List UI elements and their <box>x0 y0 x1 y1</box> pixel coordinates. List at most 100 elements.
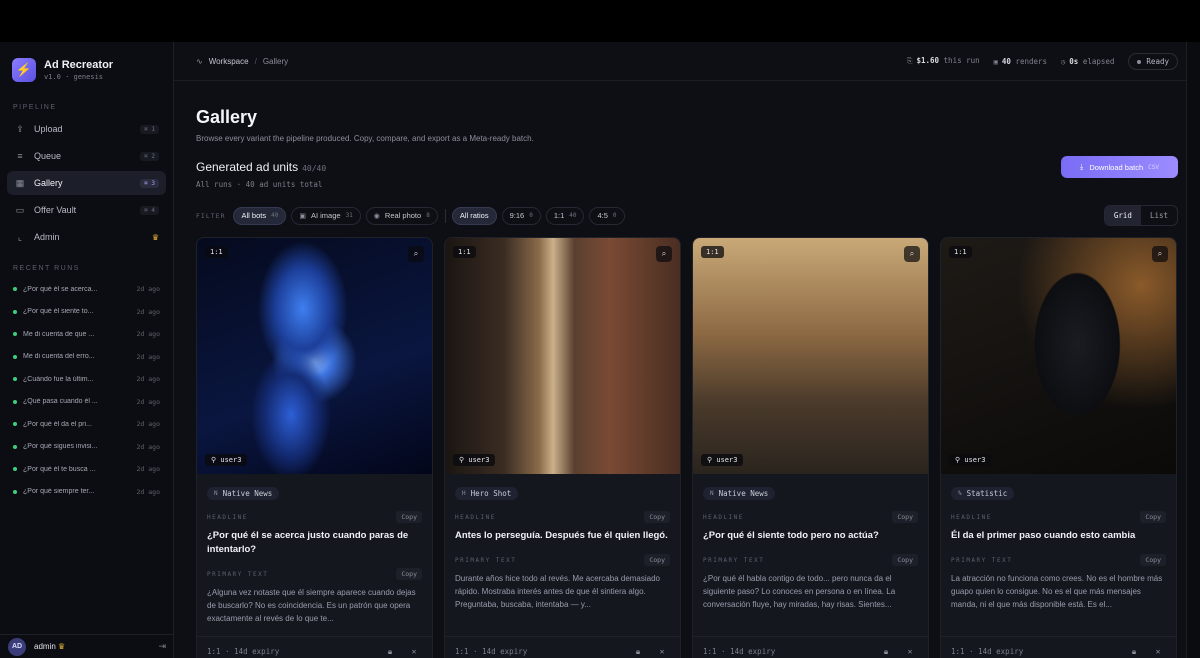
app-window: ⚡ Ad Recreator v1.0 · genesis PIPELINE ⇪… <box>0 42 1200 658</box>
ad-image[interactable]: 1:1 ⌕ ⚲ user3 <box>445 238 680 474</box>
lock-icon[interactable]: 🔒︎ <box>630 644 646 658</box>
user-name: admin ♛ <box>34 642 158 651</box>
sidebar-item-admin[interactable]: ⌞ Admin ♛ <box>7 225 166 249</box>
recent-run-item[interactable]: ¿Cuándo fue la últim... 2d ago <box>0 368 173 391</box>
copy-primary-button[interactable]: Copy <box>396 568 422 580</box>
status-dot <box>13 332 17 337</box>
recent-run-item[interactable]: ¿Por qué él siente to... 2d ago <box>0 301 173 324</box>
breadcrumb: ∿ Workspace / Gallery <box>196 57 288 66</box>
recent-run-item[interactable]: ¿Por qué él se acerca... 2d ago <box>0 278 173 301</box>
section-subtitle: All runs · 40 ad units total <box>196 180 323 189</box>
expiry-text: 1:1 · 14d expiry <box>207 647 280 656</box>
logout-icon[interactable]: ⇥ <box>158 641 166 652</box>
lock-icon[interactable]: 🔒︎ <box>382 644 398 658</box>
format-icon: N <box>214 490 218 497</box>
breadcrumb-root[interactable]: Workspace <box>209 57 249 66</box>
vault-icon: ▭ <box>15 204 25 215</box>
sidebar-item-offer-vault[interactable]: ▭ Offer Vault ⌘ 4 <box>7 198 166 222</box>
ad-image[interactable]: 1:1 ⌕ ⚲ user3 <box>941 238 1176 474</box>
format-pill: % Statistic <box>951 487 1015 500</box>
recent-run-item[interactable]: ¿Por qué él da el pri... 2d ago <box>0 413 173 436</box>
run-age: 2d ago <box>136 307 160 316</box>
filter-all-bots[interactable]: All bots 40 <box>233 206 287 225</box>
status-dot <box>13 287 17 292</box>
copy-headline-button[interactable]: Copy <box>396 511 422 523</box>
chip-label: 4:5 <box>597 211 608 220</box>
zoom-icon[interactable]: ⌕ <box>656 246 672 262</box>
shortcut-badge: ⌘ 3 <box>140 178 159 188</box>
user-chip-text: user3 <box>964 456 986 464</box>
close-icon[interactable]: ✕ <box>1150 644 1166 658</box>
sidebar-item-label: Queue <box>34 151 62 161</box>
recent-run-item[interactable]: Me di cuenta del erro... 2d ago <box>0 346 173 369</box>
copy-primary-button[interactable]: Copy <box>1140 554 1166 566</box>
chip-label: Real photo <box>384 211 422 220</box>
filter-ratio-1-1[interactable]: 1:1 40 <box>545 206 585 225</box>
filter-ai-image[interactable]: ▣ AI image 31 <box>291 206 361 225</box>
ad-card[interactable]: 1:1 ⌕ ⚲ user3 H Hero Shot HEADLINE Copy Antes l… <box>444 237 681 658</box>
crown-icon: ♛ <box>151 232 159 242</box>
elapsed-value: 0s <box>1069 56 1079 66</box>
view-toggle: Grid List <box>1103 205 1178 226</box>
ad-card[interactable]: 1:1 ⌕ ⚲ user3% Statistic HEADLINE Copy Él da e… <box>940 237 1177 658</box>
copy-headline-button[interactable]: Copy <box>644 511 670 523</box>
recent-run-item[interactable]: ¿Por qué sigues invisi... 2d ago <box>0 436 173 459</box>
copy-headline-button[interactable]: Copy <box>1140 511 1166 523</box>
lock-icon[interactable]: 🔒︎ <box>1126 644 1142 658</box>
scroll-edge[interactable] <box>1186 42 1200 658</box>
ad-image[interactable]: 1:1 ⌕ ⚲ user3 <box>693 238 928 474</box>
recent-run-item[interactable]: Me di cuenta de que ... 2d ago <box>0 323 173 346</box>
primary-text-label: PRIMARY TEXT <box>207 570 269 578</box>
ratio-badge: 1:1 <box>949 246 972 258</box>
chip-label: AI image <box>310 211 341 220</box>
status-text: Ready <box>1146 56 1169 66</box>
filter-real-photo[interactable]: ◉ Real photo 8 <box>365 206 438 225</box>
view-list-button[interactable]: List <box>1141 206 1177 225</box>
view-grid-button[interactable]: Grid <box>1104 206 1141 225</box>
brand[interactable]: ⚡ Ad Recreator v1.0 · genesis <box>0 42 173 94</box>
lock-icon[interactable]: 🔒︎ <box>878 644 894 658</box>
ad-image[interactable]: 1:1 ⌕ ⚲ user3 <box>197 238 432 474</box>
ad-primary-text: ¿Alguna vez notaste que él siempre apare… <box>207 588 416 623</box>
sidebar-item-gallery[interactable]: ▦ Gallery ⌘ 3 <box>7 171 166 195</box>
status-dot <box>13 489 17 494</box>
sidebar-item-upload[interactable]: ⇪ Upload ⌘ 1 <box>7 117 166 141</box>
format-label: Native News <box>222 489 273 498</box>
headline-label: HEADLINE <box>455 513 496 521</box>
zoom-icon[interactable]: ⌕ <box>408 246 424 262</box>
ratio-badge: 1:1 <box>205 246 228 258</box>
cost-suffix: this run <box>943 56 980 65</box>
ratio-badge: 1:1 <box>453 246 476 258</box>
copy-primary-button[interactable]: Copy <box>644 554 670 566</box>
filter-ratio-4-5[interactable]: 4:5 0 <box>589 206 625 225</box>
sidebar-item-queue[interactable]: ≡ Queue ⌘ 2 <box>7 144 166 168</box>
recent-run-item[interactable]: ¿Por qué siempre ter... 2d ago <box>0 481 173 504</box>
ad-card[interactable]: 1:1 ⌕ ⚲ user3 N Native News HEADLINE Copy ¿Por … <box>196 237 433 658</box>
ad-headline: Él da el primer paso cuando esto cambia <box>951 530 1136 541</box>
recent-runs-label: RECENT RUNS <box>13 265 80 272</box>
recent-run-item[interactable]: ¿Qué pasa cuando él ... 2d ago <box>0 391 173 414</box>
ad-card[interactable]: 1:1 ⌕ ⚲ user3 N Native News HEADLINE Copy ¿Por … <box>692 237 929 658</box>
recent-run-item[interactable]: ¿Por qué él te busca ... 2d ago <box>0 458 173 481</box>
ad-primary-text: ¿Por qué él habla contigo de todo... per… <box>703 574 896 609</box>
status-dot <box>13 444 17 449</box>
run-title: ¿Por qué él se acerca... <box>23 285 98 293</box>
status-dot <box>13 377 17 382</box>
copy-primary-button[interactable]: Copy <box>892 554 918 566</box>
run-age: 2d ago <box>136 285 160 294</box>
run-age: 2d ago <box>136 487 160 496</box>
download-batch-button[interactable]: ⤓ Download batch CSV <box>1061 156 1178 178</box>
filter-ratio-9-16[interactable]: 9:16 0 <box>501 206 541 225</box>
copy-headline-button[interactable]: Copy <box>892 511 918 523</box>
shortcut-badge: ⌘ 1 <box>140 124 159 134</box>
close-icon[interactable]: ✕ <box>902 644 918 658</box>
avatar[interactable]: AD <box>8 637 26 656</box>
filter-all-ratios[interactable]: All ratios <box>451 206 497 225</box>
close-icon[interactable]: ✕ <box>406 644 422 658</box>
user-bar: AD admin ♛ ⇥ <box>0 634 174 658</box>
zoom-icon[interactable]: ⌕ <box>904 246 920 262</box>
status-dot <box>1137 59 1142 64</box>
zoom-icon[interactable]: ⌕ <box>1152 246 1168 262</box>
card-body: H Hero Shot HEADLINE Copy Antes lo perseguía… <box>445 474 680 611</box>
close-icon[interactable]: ✕ <box>654 644 670 658</box>
